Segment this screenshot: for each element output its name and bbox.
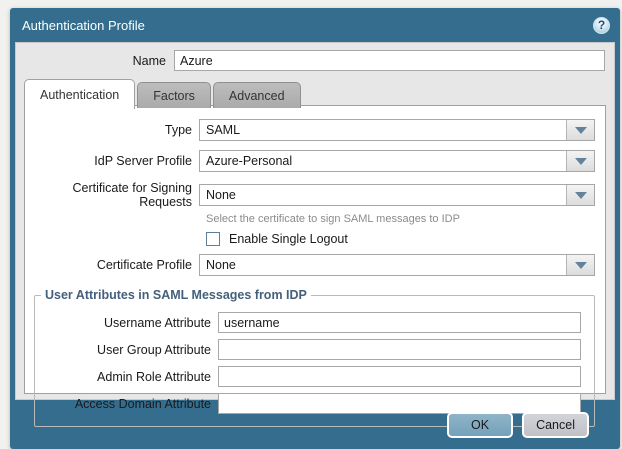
authentication-tab-panel: Type SAML IdP Server Profile Azure-Perso… bbox=[24, 105, 606, 427]
type-label: Type bbox=[164, 123, 192, 137]
single-logout-label: Enable Single Logout bbox=[229, 232, 348, 246]
user-group-attribute-label: User Group Attribute bbox=[97, 342, 211, 357]
name-label: Name bbox=[132, 53, 166, 68]
admin-role-attribute-input[interactable] bbox=[218, 366, 581, 387]
certificate-signing-hint: Select the certificate to sign SAML mess… bbox=[206, 213, 460, 225]
user-group-attribute-row: User Group Attribute bbox=[35, 339, 594, 360]
type-row: Type SAML bbox=[25, 119, 605, 141]
admin-role-attribute-row: Admin Role Attribute bbox=[35, 366, 594, 387]
chevron-down-icon bbox=[574, 261, 587, 269]
user-group-attribute-input[interactable] bbox=[218, 339, 581, 360]
type-value: SAML bbox=[206, 123, 241, 137]
type-dropdown-button[interactable] bbox=[566, 120, 594, 140]
certificate-signing-row: Certificate for Signing Requests None bbox=[25, 181, 605, 209]
chevron-down-icon bbox=[574, 126, 587, 134]
dialog-content: Name Authentication Factors Advanced Typ… bbox=[15, 42, 615, 427]
tab-factors[interactable]: Factors bbox=[137, 82, 211, 108]
tabstrip: Authentication Factors Advanced bbox=[16, 79, 614, 109]
idp-server-profile-dropdown[interactable]: Azure-Personal bbox=[199, 150, 595, 172]
single-logout-checkbox[interactable] bbox=[206, 232, 220, 246]
name-row: Name bbox=[16, 50, 614, 71]
chevron-down-icon bbox=[574, 157, 587, 165]
idp-server-profile-row: IdP Server Profile Azure-Personal bbox=[25, 150, 605, 172]
dialog-titlebar: Authentication Profile ? bbox=[10, 8, 620, 42]
certificate-profile-dropdown[interactable]: None bbox=[199, 254, 595, 276]
single-logout-row: Enable Single Logout bbox=[206, 232, 605, 246]
user-attributes-legend: User Attributes in SAML Messages from ID… bbox=[45, 288, 307, 302]
idp-server-profile-value: Azure-Personal bbox=[206, 154, 293, 168]
tab-authentication[interactable]: Authentication bbox=[24, 79, 136, 109]
certificate-signing-dropdown[interactable]: None bbox=[199, 184, 595, 206]
admin-role-attribute-label: Admin Role Attribute bbox=[97, 369, 211, 384]
username-attribute-label: Username Attribute bbox=[104, 315, 211, 330]
certificate-signing-dropdown-button[interactable] bbox=[566, 185, 594, 205]
username-attribute-input[interactable] bbox=[218, 312, 581, 333]
certificate-signing-value: None bbox=[206, 188, 236, 202]
username-attribute-row: Username Attribute bbox=[35, 312, 594, 333]
chevron-down-icon bbox=[574, 191, 587, 199]
dialog-footer: OK Cancel bbox=[10, 400, 620, 449]
dialog-title: Authentication Profile bbox=[22, 17, 145, 33]
cancel-button[interactable]: Cancel bbox=[522, 411, 589, 438]
idp-server-profile-dropdown-button[interactable] bbox=[566, 151, 594, 171]
tab-advanced[interactable]: Advanced bbox=[212, 82, 301, 108]
idp-server-profile-label: IdP Server Profile bbox=[94, 154, 192, 168]
name-input[interactable] bbox=[174, 50, 605, 71]
certificate-profile-row: Certificate Profile None bbox=[25, 254, 605, 276]
certificate-signing-label: Certificate for Signing Requests bbox=[72, 181, 192, 209]
certificate-profile-label: Certificate Profile bbox=[96, 258, 192, 272]
type-dropdown[interactable]: SAML bbox=[199, 119, 595, 141]
certificate-profile-value: None bbox=[206, 258, 236, 272]
help-icon[interactable]: ? bbox=[593, 16, 610, 34]
authentication-profile-dialog: Authentication Profile ? Name Authentica… bbox=[10, 8, 620, 449]
ok-button[interactable]: OK bbox=[447, 411, 514, 438]
certificate-profile-dropdown-button[interactable] bbox=[566, 255, 594, 275]
